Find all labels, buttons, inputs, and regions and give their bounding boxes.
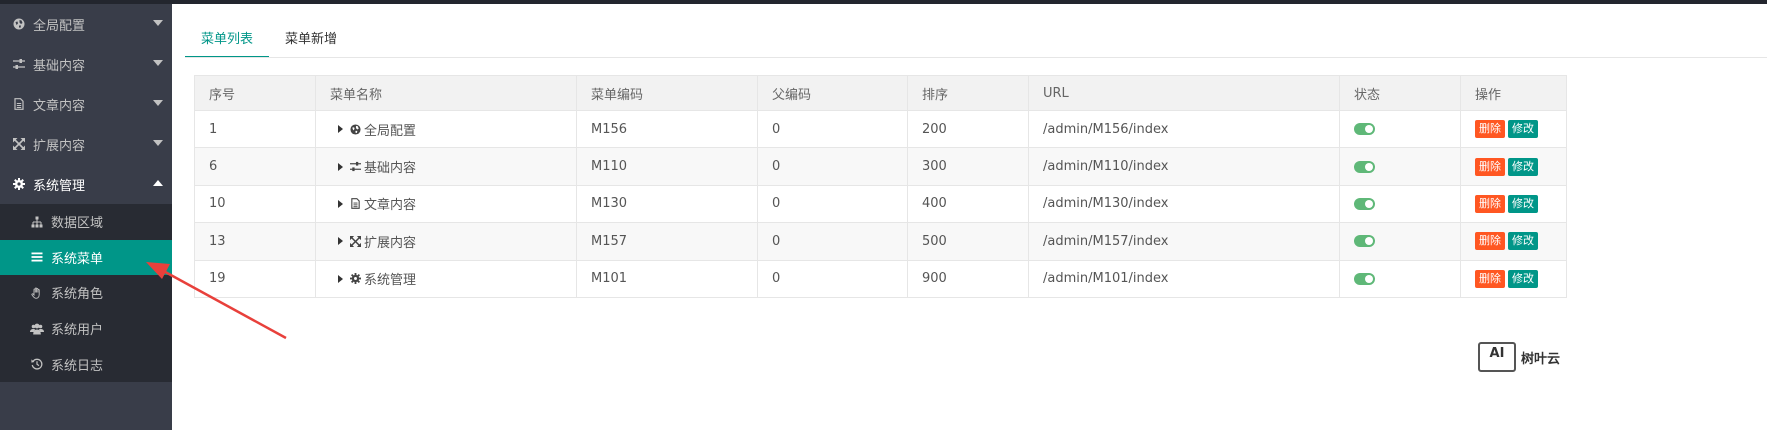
watermark: AI 树叶云 bbox=[1478, 342, 1560, 372]
watermark-logo: AI bbox=[1478, 342, 1516, 372]
watermark-text: 树叶云 bbox=[1521, 351, 1561, 367]
